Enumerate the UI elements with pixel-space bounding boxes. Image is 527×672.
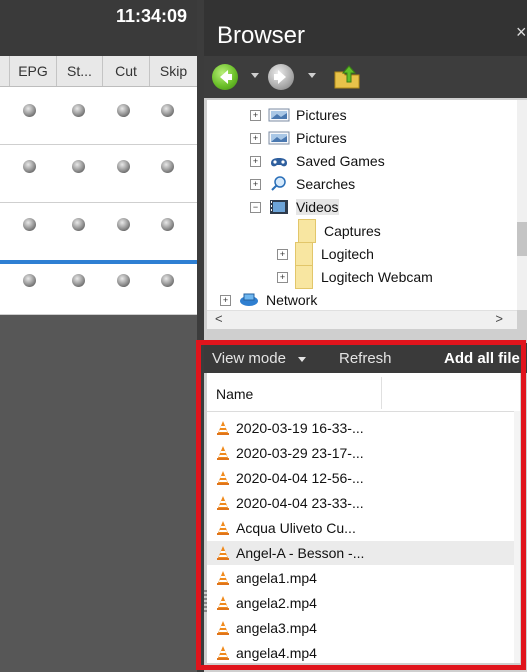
folder-icon bbox=[298, 219, 316, 243]
browser-header: Browser × bbox=[204, 0, 527, 56]
tree-item-logitech[interactable]: + Logitech bbox=[277, 242, 374, 266]
tree-item-label: Pictures bbox=[296, 130, 347, 146]
forward-dropdown-icon[interactable] bbox=[308, 73, 316, 78]
browser-nav-bar bbox=[204, 56, 527, 98]
status-dot-icon[interactable] bbox=[72, 104, 85, 117]
tree-item-label: Network bbox=[266, 292, 318, 308]
tree-item-logitech-webcam[interactable]: + Logitech Webcam bbox=[277, 265, 433, 289]
tree-item-searches[interactable]: + Searches bbox=[250, 173, 355, 195]
folder-icon bbox=[295, 265, 313, 289]
network-icon bbox=[238, 292, 260, 308]
column-cut[interactable]: Cut bbox=[103, 56, 150, 86]
tree-item-captures[interactable]: Captures bbox=[298, 219, 381, 243]
status-dot-icon[interactable] bbox=[23, 104, 36, 117]
status-dot-icon[interactable] bbox=[161, 104, 174, 117]
column-cut-off bbox=[0, 56, 10, 86]
scroll-left-icon[interactable]: < bbox=[215, 311, 223, 326]
scroll-right-icon[interactable]: > bbox=[495, 311, 503, 326]
expand-icon[interactable]: + bbox=[250, 132, 261, 144]
status-dot-icon[interactable] bbox=[117, 160, 130, 173]
scheduler-header: 11:34:09 bbox=[0, 0, 197, 56]
tree-item-label: Logitech Webcam bbox=[321, 269, 433, 285]
status-dot-icon[interactable] bbox=[23, 218, 36, 231]
browser-title: Browser bbox=[217, 22, 306, 49]
tree-item-label: Searches bbox=[296, 176, 356, 192]
tree-item-network[interactable]: + Network bbox=[220, 289, 317, 311]
tree-horizontal-scrollbar[interactable]: < > bbox=[207, 310, 517, 329]
column-epg[interactable]: EPG bbox=[10, 56, 57, 86]
tree-item-pictures[interactable]: + Pictures bbox=[250, 104, 347, 126]
pictures-icon bbox=[268, 107, 290, 123]
videos-icon bbox=[268, 199, 290, 215]
back-dropdown-icon[interactable] bbox=[251, 73, 259, 78]
expand-icon[interactable]: + bbox=[250, 178, 261, 190]
expand-icon[interactable]: + bbox=[277, 248, 288, 260]
close-icon[interactable]: × bbox=[516, 22, 527, 43]
column-skip[interactable]: Skip bbox=[150, 56, 197, 86]
status-dot-icon[interactable] bbox=[23, 274, 36, 287]
tree-item-saved-games[interactable]: + Saved Games bbox=[250, 150, 385, 172]
status-dot-icon[interactable] bbox=[72, 218, 85, 231]
collapse-icon[interactable]: − bbox=[250, 201, 261, 213]
tree-item-pictures[interactable]: + Pictures bbox=[250, 127, 347, 149]
expand-icon[interactable]: + bbox=[277, 271, 288, 283]
status-dot-icon[interactable] bbox=[23, 160, 36, 173]
status-dot-icon[interactable] bbox=[72, 274, 85, 287]
expand-icon[interactable]: + bbox=[220, 294, 231, 306]
status-dot-icon[interactable] bbox=[72, 160, 85, 173]
column-status[interactable]: St... bbox=[57, 56, 103, 86]
status-dot-icon[interactable] bbox=[117, 104, 130, 117]
status-dot-icon[interactable] bbox=[117, 274, 130, 287]
forward-arrow-icon[interactable] bbox=[268, 64, 294, 90]
tree-item-label: Pictures bbox=[296, 107, 347, 123]
status-dot-icon[interactable] bbox=[161, 274, 174, 287]
back-arrow-icon[interactable] bbox=[212, 64, 238, 90]
folder-up-icon[interactable] bbox=[332, 62, 362, 92]
pictures-icon bbox=[268, 130, 290, 146]
expand-icon[interactable]: + bbox=[250, 155, 261, 167]
status-dot-icon[interactable] bbox=[161, 218, 174, 231]
tree-item-label: Videos bbox=[296, 199, 339, 215]
folder-icon bbox=[295, 242, 313, 266]
saved-games-icon bbox=[268, 153, 290, 169]
expand-icon[interactable]: + bbox=[250, 109, 261, 121]
tree-item-label: Captures bbox=[324, 223, 381, 239]
clock: 11:34:09 bbox=[115, 6, 187, 26]
tree-vertical-scrollbar[interactable] bbox=[517, 100, 527, 310]
status-dot-icon[interactable] bbox=[117, 218, 130, 231]
tree-item-videos[interactable]: − Videos bbox=[250, 196, 339, 218]
scheduler-column-header: EPG St... Cut Skip bbox=[0, 56, 197, 87]
status-dot-icon[interactable] bbox=[161, 160, 174, 173]
tree-item-label: Logitech bbox=[321, 246, 374, 262]
tree-item-label: Saved Games bbox=[296, 153, 385, 169]
highlight-box bbox=[196, 340, 526, 670]
search-icon bbox=[268, 176, 290, 192]
tree-scroll-thumb[interactable] bbox=[517, 222, 527, 256]
